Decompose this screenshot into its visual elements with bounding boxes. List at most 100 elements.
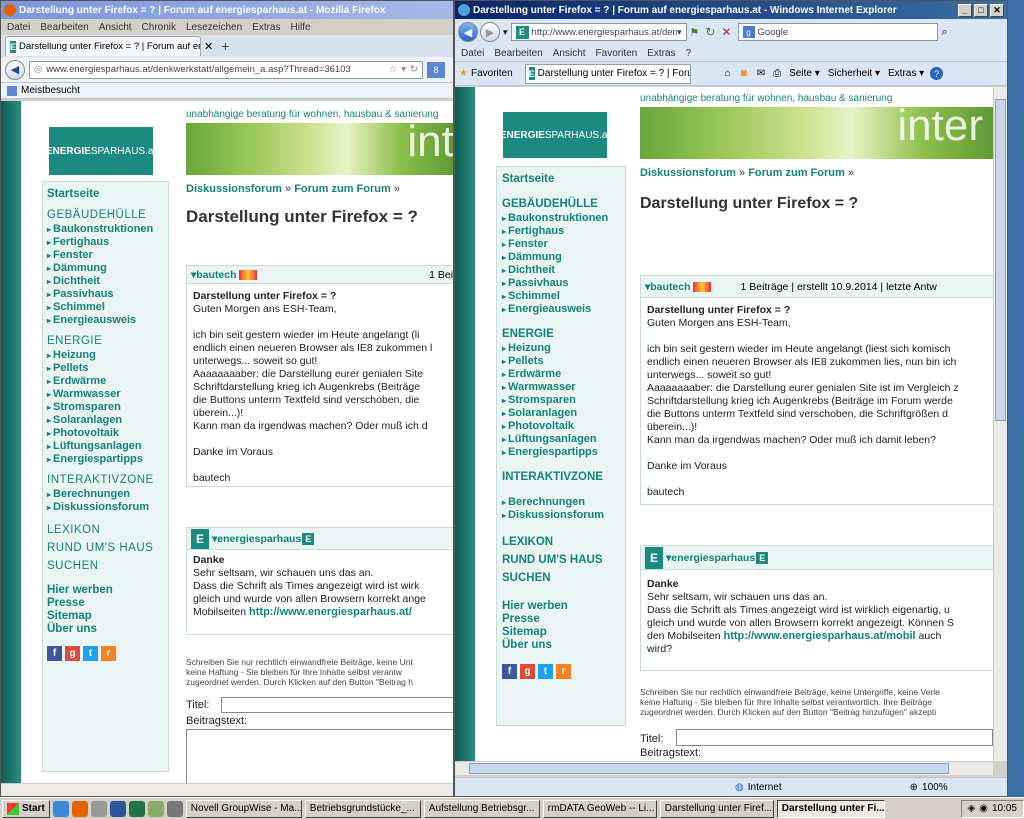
ie-favorites-button[interactable]: Favoriten xyxy=(471,68,513,79)
ff-star-icon[interactable]: ☆ xyxy=(389,64,398,75)
taskbar-item[interactable]: Novell GroupWise - Ma... xyxy=(185,799,302,818)
ie-tab[interactable]: E Darstellung unter Firefox = ? | Foru..… xyxy=(524,63,691,84)
ie-nav-rund[interactable]: RUND UM'S HAUS xyxy=(502,554,625,566)
rss-feed-icon[interactable]: ◙ xyxy=(741,68,747,79)
ff-menu-chronik[interactable]: Chronik xyxy=(142,22,176,33)
ie-nav-footer-item[interactable]: Hier werben xyxy=(502,600,625,613)
ie-post1-user[interactable]: ▾bautech xyxy=(645,281,691,293)
ff-nav-item[interactable]: Dämmung xyxy=(47,262,168,275)
ie-vertical-scrollbar[interactable] xyxy=(993,87,1007,761)
print-icon[interactable]: ⎙ xyxy=(773,68,781,79)
app-quicklaunch-icon[interactable] xyxy=(147,800,164,817)
ff-dropdown-icon[interactable]: ▾ xyxy=(401,64,406,75)
ff-tab-close-icon[interactable]: ✕ xyxy=(204,40,213,53)
ff-nav-item[interactable]: Fertighaus xyxy=(47,236,168,249)
ie-zoom-level[interactable]: 100% xyxy=(922,782,948,793)
ff-nav-rund[interactable]: RUND UM'S HAUS xyxy=(47,542,168,554)
ff-nav-lexikon[interactable]: LEXIKON xyxy=(47,524,168,536)
ie-crumb-forumzumforum[interactable]: Forum zum Forum xyxy=(748,167,845,179)
close-button[interactable]: ✕ xyxy=(990,3,1004,17)
taskbar-item[interactable]: Aufstellung Betriebsgr... xyxy=(423,799,540,818)
ie-nav-item[interactable]: Berechnungen xyxy=(502,496,625,509)
ie-stop-icon[interactable]: ✕ xyxy=(721,25,731,39)
ie-site-logo[interactable]: ENERGIE SPARHAUS .at xyxy=(500,112,610,158)
ff-nav-item[interactable]: Baukonstruktionen xyxy=(47,223,168,236)
ie-nav-item[interactable]: Energieausweis xyxy=(502,303,625,316)
ff-nav-item[interactable]: Passivhaus xyxy=(47,288,168,301)
ff-url-bar[interactable]: ◎ www.energiesparhaus.at/denkwerkstatt/a… xyxy=(29,60,423,79)
ff-nav-sec1[interactable]: GEBÄUDEHÜLLE xyxy=(47,209,168,221)
ie-toolbar-seite[interactable]: Seite ▾ xyxy=(789,68,820,79)
ie-crumb-forum[interactable]: Diskussionsforum xyxy=(640,167,736,179)
twitter-icon[interactable]: t xyxy=(83,646,98,661)
ff-nav-item[interactable]: Fenster xyxy=(47,249,168,262)
googleplus-icon[interactable]: g xyxy=(65,646,80,661)
ie-nav-sec3[interactable]: INTERAKTIVZONE xyxy=(502,471,625,483)
ie-menu-extras[interactable]: Extras xyxy=(647,48,675,59)
ff-nav-item[interactable]: Heizung xyxy=(47,349,168,362)
ff-nav-suchen[interactable]: SUCHEN xyxy=(47,560,168,572)
taskbar-item-active[interactable]: Darstellung unter Fi... xyxy=(776,799,885,818)
ie-nav-item[interactable]: Diskussionsforum xyxy=(502,509,625,522)
ff-crumb-forum[interactable]: Diskussionsforum xyxy=(186,183,282,195)
ie-horizontal-scrollbar[interactable] xyxy=(455,761,993,775)
ff-menu-ansicht[interactable]: Ansicht xyxy=(99,22,132,33)
ie-nav-item[interactable]: Baukonstruktionen xyxy=(502,212,625,225)
ff-post2-link[interactable]: http://www.energiesparhaus.at/ xyxy=(249,606,412,618)
rss-icon[interactable]: r xyxy=(101,646,116,661)
ie-nav-item[interactable]: Fertighaus xyxy=(502,225,625,238)
ff-nav-footer-item[interactable]: Presse xyxy=(47,597,168,610)
ff-nav-item[interactable]: Pellets xyxy=(47,362,168,375)
browser-quicklaunch-icon[interactable] xyxy=(90,800,107,817)
ff-back-button[interactable]: ◀ xyxy=(5,59,25,80)
ie-nav-item[interactable]: Heizung xyxy=(502,342,625,355)
ie-search-box[interactable]: g Google xyxy=(737,23,938,41)
tray-icon[interactable]: ◉ xyxy=(979,803,988,814)
ie-toolbar-sicherheit[interactable]: Sicherheit ▾ xyxy=(828,68,880,79)
googleplus-icon[interactable]: g xyxy=(520,664,535,679)
firefox-quicklaunch-icon[interactable] xyxy=(71,800,88,817)
ff-nav-item[interactable]: Warmwasser xyxy=(47,388,168,401)
ff-nav-footer-item[interactable]: Über uns xyxy=(47,623,168,636)
ff-search-engine-icon[interactable]: 8 xyxy=(427,61,445,78)
ie-titlebar[interactable]: Darstellung unter Firefox = ? | Forum au… xyxy=(455,1,1007,19)
ie-nav-item[interactable]: Warmwasser xyxy=(502,381,625,394)
ie-menu-bearbeiten[interactable]: Bearbeiten xyxy=(494,48,542,59)
ie-nav-footer-item[interactable]: Sitemap xyxy=(502,626,625,639)
ff-tab[interactable]: E Darstellung unter Firefox = ? | Forum … xyxy=(5,36,201,56)
ie-nav-item[interactable]: Stromsparen xyxy=(502,394,625,407)
ie-post2-user[interactable]: ▾energiesparhaus xyxy=(666,552,755,564)
ie-forward-button[interactable]: ▶ xyxy=(480,22,500,42)
ff-menu-extras[interactable]: Extras xyxy=(252,22,280,33)
ff-nav-item[interactable]: Photovoltaik xyxy=(47,427,168,440)
ie-nav-item[interactable]: Energiespartipps xyxy=(502,446,625,459)
firefox-titlebar[interactable]: Darstellung unter Firefox = ? | Forum au… xyxy=(1,1,453,19)
maximize-button[interactable]: □ xyxy=(974,3,988,17)
ie-nav-item[interactable]: Pellets xyxy=(502,355,625,368)
ie-search-icon[interactable]: ⌕ xyxy=(942,26,948,39)
ie-history-dropdown-icon[interactable]: ▾ xyxy=(503,27,508,38)
ie-scroll-thumb[interactable] xyxy=(995,99,1006,421)
ff-nav-item[interactable]: Energiespartipps xyxy=(47,453,168,466)
ie-menu-ansicht[interactable]: Ansicht xyxy=(553,48,586,59)
ie-nav-item[interactable]: Passivhaus xyxy=(502,277,625,290)
taskbar-item[interactable]: Darstellung unter Firef... xyxy=(659,799,774,818)
ie-nav-item[interactable]: Schimmel xyxy=(502,290,625,303)
ie-nav-home[interactable]: Startseite xyxy=(502,173,625,185)
ie-menu-favoriten[interactable]: Favoriten xyxy=(596,48,638,59)
help-icon[interactable]: ? xyxy=(930,67,944,80)
ie-menu-help[interactable]: ? xyxy=(686,48,692,59)
ie-url-dropdown-icon[interactable]: ▾ xyxy=(677,27,682,38)
ff-nav-item[interactable]: Solaranlagen xyxy=(47,414,168,427)
facebook-icon[interactable]: f xyxy=(47,646,62,661)
settings-quicklaunch-icon[interactable] xyxy=(166,800,183,817)
taskbar-item[interactable]: rmDATA GeoWeb -- Li... xyxy=(542,799,657,818)
ff-bookmark-meistbesucht[interactable]: Meistbesucht xyxy=(21,85,80,96)
ie-nav-item[interactable]: Solaranlagen xyxy=(502,407,625,420)
clock[interactable]: 10:05 xyxy=(992,803,1017,814)
ff-nav-item[interactable]: Dichtheit xyxy=(47,275,168,288)
ff-nav-item[interactable]: Stromsparen xyxy=(47,401,168,414)
ff-nav-sec3[interactable]: INTERAKTIVZONE xyxy=(47,474,168,486)
ff-new-tab-button[interactable]: + xyxy=(221,38,229,54)
ie-nav-footer-item[interactable]: Presse xyxy=(502,613,625,626)
